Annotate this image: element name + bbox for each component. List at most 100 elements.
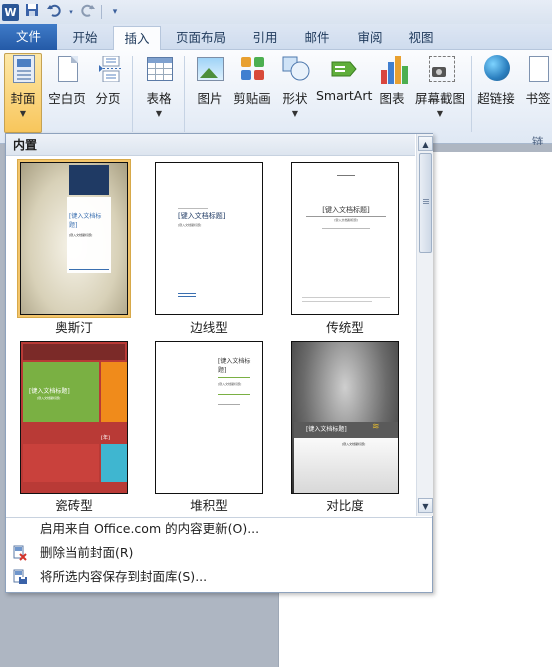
chevron-down-icon: ▼ [19,109,27,118]
traditional-abstract-line-2 [302,301,372,302]
stacks-title: [键入文档标题] [218,358,251,374]
cover-page-label: 封面 [10,91,36,106]
page-break-button[interactable]: 分页 [90,54,126,107]
clip-art-label: 剪贴画 [233,91,271,106]
cover-thumb-sideline[interactable]: [键入文档标题] [键入文档副标题] [155,162,263,315]
chart-button[interactable]: 图表 [374,54,410,107]
blank-page-button[interactable]: 空白页 [46,54,88,107]
stacks-rule [218,377,250,378]
picture-label: 图片 [197,91,223,106]
stacks-rule-2 [218,394,250,395]
picture-button[interactable]: 图片 [192,54,228,107]
scrollbar-thumb[interactable] [419,153,432,253]
delete-cover-icon [12,545,28,561]
save-icon[interactable] [23,3,41,21]
scroll-up-icon[interactable]: ▲ [418,136,433,151]
tiles-title: [键入文档标题] [29,388,70,395]
hyperlink-icon [481,54,511,84]
smartart-label: SmartArt [316,88,373,103]
redo-icon[interactable] [79,3,97,21]
toolbar-separator [101,5,102,19]
menu-item-remove-cover-label: 删除当前封面(R) [40,545,134,560]
tab-references[interactable]: 引用 [240,26,290,50]
tab-review[interactable]: 审阅 [345,26,395,50]
gallery-scrollbar[interactable]: ▲ ▼ [416,134,433,516]
tab-file[interactable]: 文件 [0,24,57,50]
clip-art-button[interactable]: 剪贴画 [231,54,273,107]
hyperlink-label: 超链接 [477,91,515,106]
table-icon [144,54,174,84]
ribbon-tabs: 文件 开始 插入 页面布局 引用 邮件 审阅 视图 [0,24,552,51]
word-app-icon[interactable]: W [2,3,19,21]
shapes-label: 形状 [282,91,308,106]
menu-item-office-updates-label: 启用来自 Office.com 的内容更新(O)... [40,521,260,536]
cover-thumb-traditional[interactable]: [键入文档标题] [键入文档副标题] [291,162,399,315]
screenshot-label: 屏幕截图 [414,91,465,106]
hyperlink-button[interactable]: 超链接 [476,54,516,107]
undo-icon[interactable] [45,3,63,21]
stacks-author-line [218,404,240,405]
menu-item-office-updates[interactable]: 启用来自 Office.com 的内容更新(O)... [6,517,432,541]
chevron-down-icon: ▼ [436,109,444,118]
smartart-icon [328,54,358,84]
cover-thumb-stacks[interactable]: [键入文档标题] [键入文档副标题] [155,341,263,494]
tab-page-layout[interactable]: 页面布局 [168,26,234,50]
bookmark-button[interactable]: 书签 [522,54,552,107]
blank-page-label: 空白页 [48,91,86,106]
sideline-rule-bottom-2 [178,296,196,297]
menu-item-save-to-gallery-label: 将所选内容保存到封面库(S)... [40,569,208,584]
chevron-down-icon: ▼ [155,109,163,118]
smartart-button[interactable]: SmartArt [316,54,373,103]
screenshot-button[interactable]: 屏幕截图 ▼ [413,54,467,118]
save-to-gallery-icon [12,569,28,585]
cover-thumb-contrast[interactable]: [键入文档标题] ≋ [键入文档副标题] [291,341,399,494]
austin-header-block [69,165,109,195]
menu-item-remove-cover[interactable]: 删除当前封面(R) [6,541,432,565]
tiles-top-bar [23,344,125,360]
cover-page-icon [8,54,38,84]
page-break-label: 分页 [95,91,121,106]
sideline-subtitle: [键入文档副标题] [178,223,202,227]
menu-item-save-to-gallery[interactable]: 将所选内容保存到封面库(S)... [6,565,432,589]
screenshot-icon [425,54,455,84]
tab-insert[interactable]: 插入 [113,26,161,51]
tiles-year: [年] [101,435,110,441]
austin-subtitle: [键入文档副标题] [69,233,93,237]
tab-mailings[interactable]: 邮件 [292,26,342,50]
cover-page-gallery: 内置 ▲ ▼ [键入文档标题] [键入文档副标题] 奥斯汀 [键入文档标题] [… [5,133,433,593]
shapes-button[interactable]: 形状 ▼ [277,54,313,118]
tiles-red-block [23,444,99,482]
traditional-subtitle: [键入文档副标题] [334,218,358,222]
contrast-subtitle: [键入文档副标题] [342,442,366,446]
table-button[interactable]: 表格 ▼ [140,54,178,118]
scroll-down-icon[interactable]: ▼ [418,498,433,513]
traditional-rule [306,216,386,217]
blank-page-icon [52,54,82,84]
chevron-down-icon: ▼ [291,109,299,118]
traditional-author-line [322,228,370,229]
traditional-company-line [337,175,355,176]
sideline-rule-bottom [178,293,196,294]
cover-label-contrast: 对比度 [326,498,364,513]
ribbon-insert: 封面 ▼ 空白页 分页 表格 ▼ 图片 剪贴画 形状 ▼ SmartArt 图表… [0,50,552,165]
cover-label-traditional: 传统型 [326,320,364,335]
undo-dropdown-icon[interactable]: ▾ [67,8,75,16]
tiles-orange-block [101,362,127,422]
cover-label-stacks: 堆积型 [190,498,228,513]
picture-icon [195,54,225,84]
cover-page-button[interactable]: 封面 ▼ [4,53,42,133]
tab-home[interactable]: 开始 [60,26,110,50]
customize-icon[interactable]: ▾ [106,7,124,17]
group-separator [132,56,133,132]
clip-art-icon [237,54,267,84]
tab-view[interactable]: 视图 [396,26,446,50]
chart-icon [377,54,408,84]
chart-label: 图表 [379,91,405,106]
cover-thumb-tiles[interactable]: [键入文档标题] [键入文档副标题] [年] [20,341,128,494]
shapes-icon [280,54,310,84]
cover-thumb-austin[interactable]: [键入文档标题] [键入文档副标题] [20,162,128,315]
sideline-title: [键入文档标题] [178,212,226,220]
cover-label-austin: 奥斯汀 [55,320,93,335]
contrast-lower [294,438,398,493]
group-separator [471,56,472,132]
